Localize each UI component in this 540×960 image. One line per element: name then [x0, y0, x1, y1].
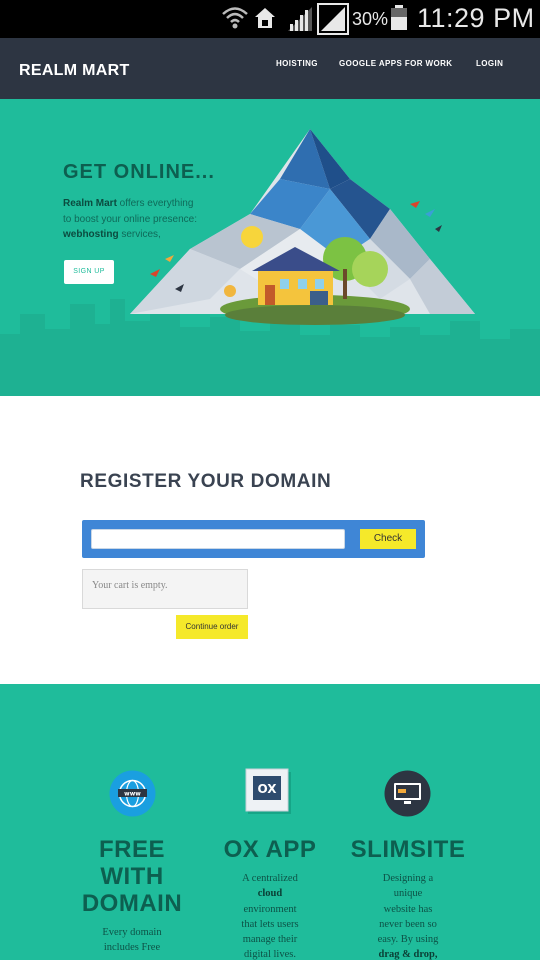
register-title: REGISTER YOUR DOMAIN	[80, 471, 332, 492]
svg-text:OX: OX	[257, 782, 277, 796]
wifi-icon	[222, 7, 248, 29]
continue-order-button[interactable]: Continue order	[176, 615, 248, 639]
feature-description: Designing a unique website has never bee…	[377, 873, 439, 960]
battery-percent: 30%	[352, 9, 389, 29]
home-icon	[255, 8, 275, 28]
domain-search-input[interactable]	[91, 529, 345, 549]
top-navbar: REALM MART HOISTING GOOGLE APPS FOR WORK…	[0, 38, 540, 99]
nav-link-google-apps[interactable]: GOOGLE APPS FOR WORK	[339, 59, 452, 68]
nav-link-hoisting[interactable]: HOISTING	[276, 59, 318, 68]
monitor-icon	[384, 770, 431, 817]
ox-app-icon: OX	[245, 768, 291, 814]
www-globe-icon: www	[109, 770, 156, 817]
battery-icon	[391, 5, 407, 30]
signal-icon	[288, 7, 312, 31]
register-domain-section: REGISTER YOUR DOMAIN Check Your cart is …	[0, 396, 540, 684]
hero-section: GET ONLINE... Realm Mart offers everythi…	[0, 99, 540, 396]
cart-status: Your cart is empty.	[82, 569, 248, 609]
mountain-house-illustration	[130, 129, 475, 325]
check-button[interactable]: Check	[360, 529, 416, 549]
clock: 11:29 PM	[417, 3, 535, 33]
brand-logo[interactable]: REALM MART	[19, 62, 130, 80]
hero-brand-name: Realm Mart	[63, 198, 117, 209]
feature-title: SLIMSITE	[350, 836, 466, 863]
hero-text-bold: webhosting	[63, 229, 119, 240]
feature-title: FREE WITH DOMAIN	[81, 836, 183, 917]
signal-icon	[317, 3, 349, 35]
feature-description: A centralized cloud environment that let…	[241, 873, 299, 960]
status-bar: 30% 11:29 PM	[0, 0, 540, 38]
feature-description: Every domain includes Free	[102, 927, 162, 954]
features-section: www FREE WITH DOMAIN Every domain includ…	[0, 684, 540, 960]
signup-button[interactable]: SIGN UP	[64, 260, 114, 284]
feature-title: OX APP	[223, 836, 317, 863]
domain-search-bar: Check	[82, 520, 425, 558]
svg-text:www: www	[124, 791, 141, 798]
nav-link-login[interactable]: LOGIN	[476, 59, 503, 68]
